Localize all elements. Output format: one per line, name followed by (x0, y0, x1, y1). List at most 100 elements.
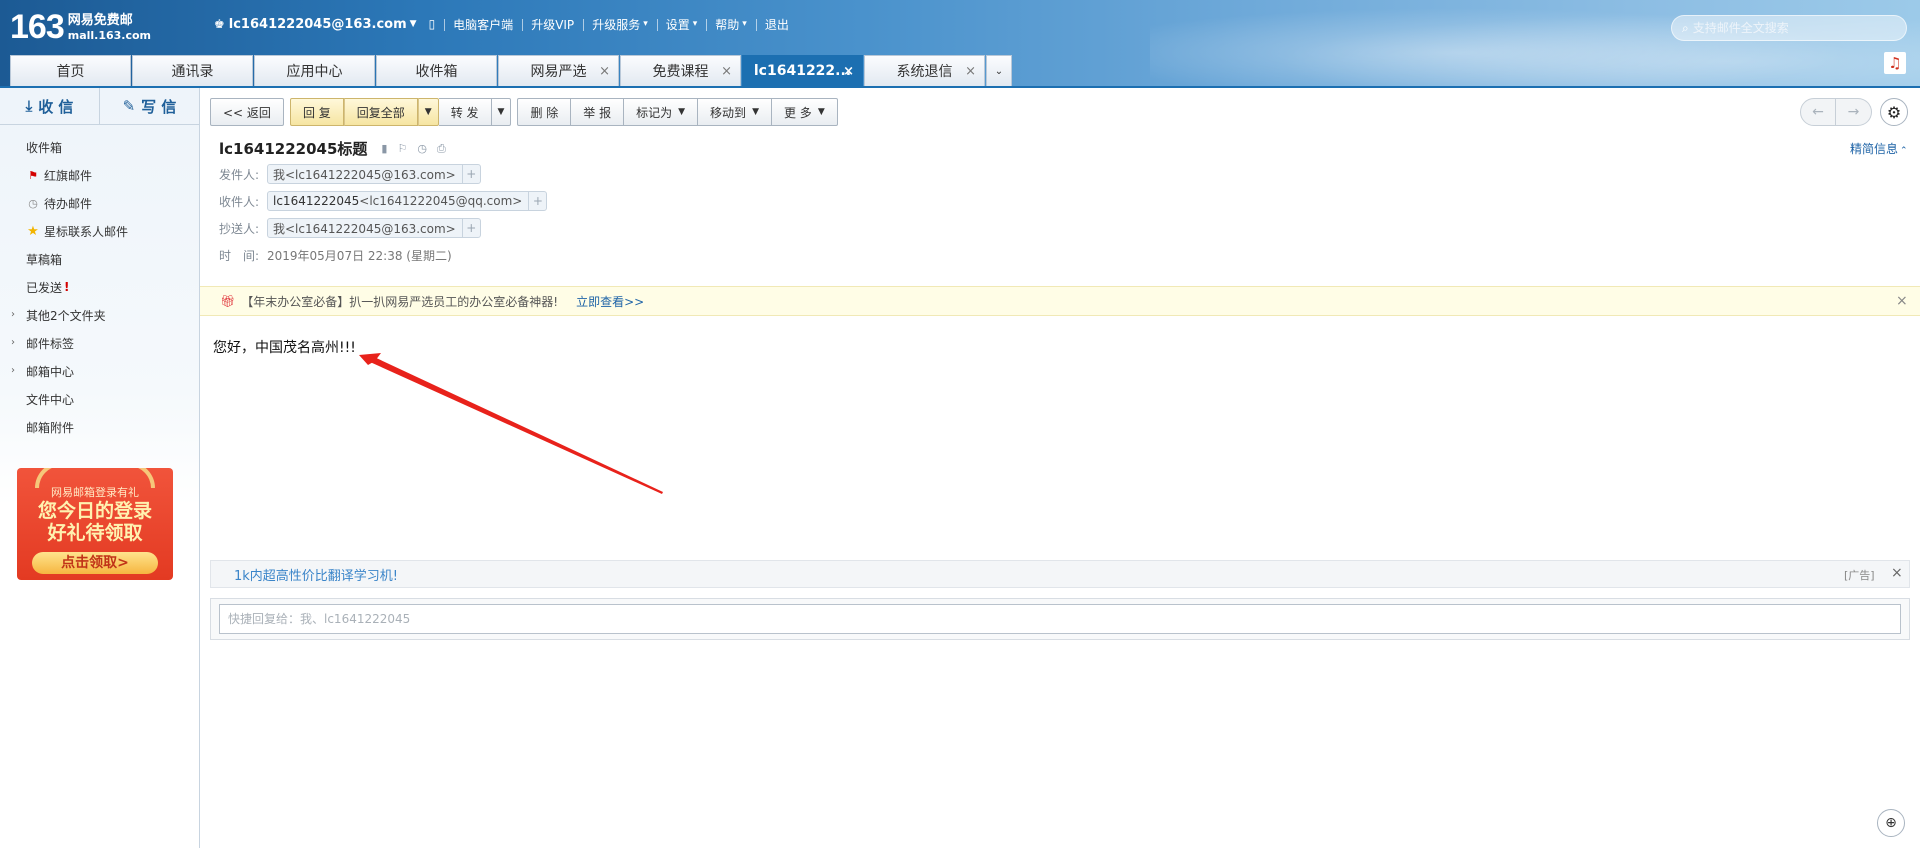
bookmark-icon[interactable]: ▮ (381, 142, 387, 155)
clock-icon[interactable]: ◷ (417, 142, 427, 155)
promo-claim-button[interactable]: 点击领取> (32, 552, 158, 574)
clock-icon: ◷ (28, 196, 38, 210)
tab-current-mail[interactable]: lc1641222... × (742, 55, 863, 86)
report-button[interactable]: 举 报 (571, 98, 625, 126)
user-menu[interactable]: ♚ lc1641222045@163.com ▼ ▯ (205, 17, 444, 32)
mail-toolbar: << 返回 回 复 回复全部 ▼ 转 发 ▼ 删 除 举 报 标记为 ▼ 移动到 ▼… (210, 98, 838, 126)
close-icon[interactable]: × (843, 64, 854, 79)
quick-reply (210, 598, 1910, 640)
nav-upgrade-service[interactable]: 升级服务 ▾ (583, 16, 657, 33)
previous-mail-button[interactable]: ← (1800, 98, 1836, 126)
chevron-down-icon: ▼ (409, 19, 417, 29)
move-to-button[interactable]: 移动到 ▼ (698, 98, 772, 126)
from-chip[interactable]: 我<lc1641222045@163.com> + (267, 164, 481, 184)
to-chip[interactable]: lc1641222045 <lc1641222045@qq.com> + (267, 191, 548, 211)
close-icon[interactable]: × (1896, 293, 1908, 309)
gift-bag-handle (35, 468, 155, 488)
chevron-right-icon[interactable]: › (11, 337, 15, 348)
tab-home[interactable]: 首页 (10, 55, 131, 86)
reply-button[interactable]: 回 复 (289, 98, 344, 126)
add-contact-icon[interactable]: + (528, 192, 546, 210)
mail-view: << 返回 回 复 回复全部 ▼ 转 发 ▼ 删 除 举 报 标记为 ▼ 移动到 ▼… (200, 88, 1920, 848)
top-nav: ♚ lc1641222045@163.com ▼ ▯ 电脑客户端 升级VIP 升… (205, 14, 798, 34)
arrow-head (359, 353, 381, 365)
ad-text[interactable]: 1k内超高性价比翻译学习机! (234, 565, 398, 584)
close-icon[interactable]: × (721, 64, 732, 79)
header-clouds (1150, 0, 1920, 88)
music-icon[interactable]: ♫ (1884, 52, 1906, 74)
promo-notice-bar: 🎁︎ 【年末办公室必备】扒一扒网易严选员工的办公室必备神器! 立即查看>> × (200, 286, 1920, 316)
tab-bounced-mail[interactable]: 系统退信 × (864, 55, 985, 86)
tab-yanxuan[interactable]: 网易严选 × (498, 55, 619, 86)
tab-inbox[interactable]: 收件箱 (376, 55, 497, 86)
sidebar-item-file-center[interactable]: 文件中心 (0, 385, 199, 413)
mobile-icon[interactable]: ▯ (429, 17, 436, 31)
forward-button[interactable]: 转 发 (438, 98, 492, 126)
arrow-shaft (370, 356, 663, 494)
next-mail-button[interactable]: → (1836, 98, 1872, 126)
reply-all-button[interactable]: 回复全部 (343, 98, 418, 126)
tab-more-button[interactable]: ⌄ (986, 55, 1012, 86)
gear-icon[interactable]: ⚙ (1880, 98, 1908, 126)
ad-tag: [广告] (1844, 569, 1875, 582)
compose-button[interactable]: ✎ 写 信 (99, 88, 199, 124)
edit-icon: ✎ (122, 97, 136, 115)
nav-upgrade-vip[interactable]: 升级VIP (522, 16, 583, 33)
mail-subject: lc1641222045标题 ▮ ⚐ ◷ ⎙ (219, 138, 446, 159)
chevron-down-icon: ▾ (742, 19, 747, 29)
notice-link[interactable]: 立即查看>> (576, 293, 644, 310)
nav-client[interactable]: 电脑客户端 (444, 16, 522, 33)
simplify-info-toggle[interactable]: 精简信息 ⌃ (1850, 140, 1908, 157)
print-icon[interactable]: ⎙ (437, 142, 446, 156)
sidebar-item-attachments[interactable]: 邮箱附件 (0, 413, 199, 441)
promo-headline-1: 您今日的登录 (37, 500, 152, 522)
nav-settings[interactable]: 设置 ▾ (656, 16, 707, 33)
close-icon[interactable]: × (599, 64, 610, 79)
add-contact-icon[interactable]: + (461, 165, 480, 183)
sidebar-item-flagged[interactable]: ⚑ 红旗邮件 (0, 161, 199, 189)
sidebar-item-mail-center[interactable]: › 邮箱中心 (0, 357, 199, 385)
nav-help[interactable]: 帮助 ▾ (706, 16, 756, 33)
chevron-up-icon: ⌃ (1900, 146, 1908, 156)
sidebar-item-other-folders[interactable]: › 其他2个文件夹 (0, 301, 199, 329)
mail-body: 您好，中国茂名高州!!! (213, 340, 356, 356)
close-icon[interactable]: × (965, 64, 976, 79)
logo[interactable]: 163 网易免费邮 mall.163.com (10, 8, 151, 46)
sidebar-item-starred[interactable]: ★ 星标联系人邮件 (0, 217, 199, 245)
sidebar-item-inbox[interactable]: 收件箱 (0, 133, 199, 161)
cc-chip[interactable]: 我<lc1641222045@163.com> + (267, 218, 481, 238)
sidebar-item-todo[interactable]: ◷ 待办邮件 (0, 189, 199, 217)
quick-reply-input[interactable] (219, 604, 1901, 634)
gift-icon: 🎁︎ (220, 294, 236, 308)
search-input[interactable] (1692, 21, 1893, 35)
sidebar-item-drafts[interactable]: 草稿箱 (0, 245, 199, 273)
search-box[interactable]: ⌕ (1671, 15, 1907, 41)
sidebar-item-sent[interactable]: 已发送! (0, 273, 199, 301)
tab-contacts[interactable]: 通讯录 (132, 55, 253, 86)
more-button[interactable]: 更 多 ▼ (771, 98, 838, 126)
sidebar-item-mail-tags[interactable]: › 邮件标签 (0, 329, 199, 357)
nav-logout[interactable]: 退出 (755, 16, 798, 33)
forward-options-dropdown[interactable]: ▼ (491, 98, 512, 126)
chevron-right-icon[interactable]: › (11, 365, 15, 376)
login-gift-promo[interactable]: 网易邮箱登录有礼 您今日的登录 好礼待领取 点击领取> (17, 468, 173, 580)
to-row: 收件人: lc1641222045 <lc1641222045@qq.com> + (219, 191, 548, 211)
chevron-right-icon[interactable]: › (11, 309, 15, 320)
close-icon[interactable]: × (1891, 565, 1903, 581)
back-button[interactable]: << 返回 (210, 98, 284, 126)
chevron-down-icon: ▼ (678, 107, 686, 117)
mark-as-button[interactable]: 标记为 ▼ (624, 98, 699, 126)
download-icon: ⤓ (25, 97, 33, 115)
receive-button[interactable]: ⤓ 收 信 (0, 88, 99, 124)
chevron-down-icon: ▼ (817, 107, 825, 117)
zoom-icon[interactable]: ⊕ (1877, 809, 1905, 837)
ad-banner[interactable]: 1k内超高性价比翻译学习机! [广告] × (210, 560, 1910, 588)
add-contact-icon[interactable]: + (461, 219, 480, 237)
mail-pager: ← → (1800, 98, 1872, 126)
reply-options-dropdown[interactable]: ▼ (417, 98, 439, 126)
delete-button[interactable]: 删 除 (517, 98, 572, 126)
flag-icon[interactable]: ⚐ (397, 142, 407, 155)
tab-free-courses[interactable]: 免费课程 × (620, 55, 741, 86)
sent-time: 2019年05月07日 22:38 (星期二) (267, 248, 452, 263)
tab-app-center[interactable]: 应用中心 (254, 55, 375, 86)
